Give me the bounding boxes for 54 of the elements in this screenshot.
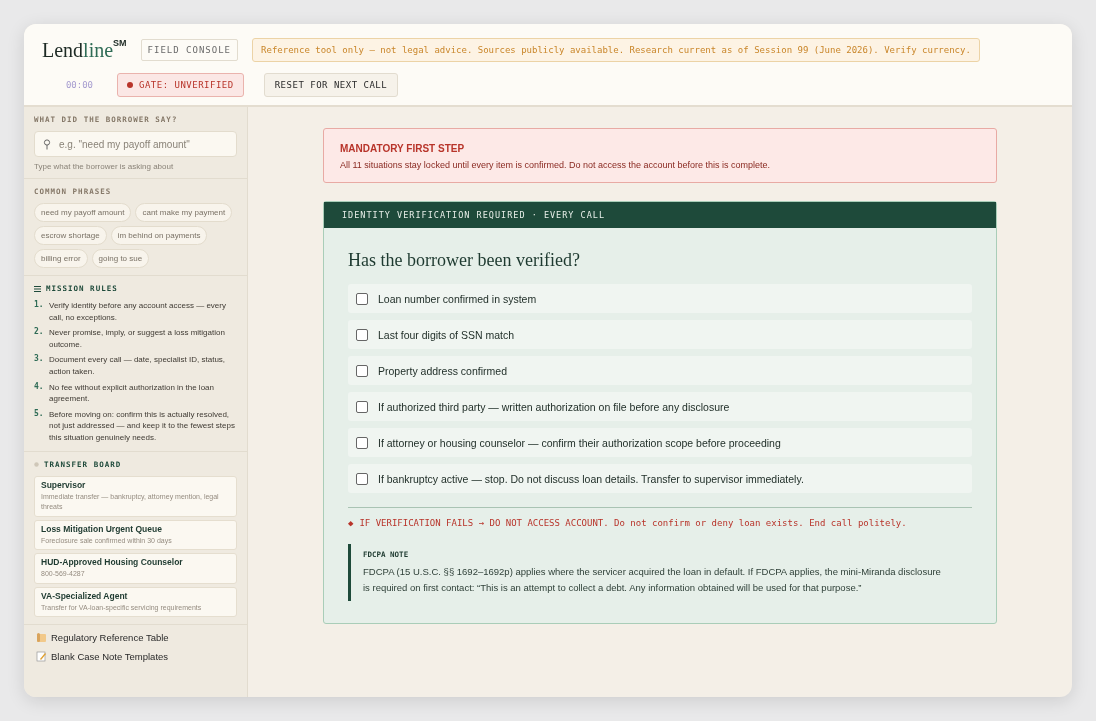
gate-status: GATE: UNVERIFIED xyxy=(117,73,244,97)
rule-text: Verify identity before any account access — every call, no exceptions. xyxy=(49,300,227,324)
rule-number: 4. xyxy=(34,381,44,393)
search-input[interactable]: e.g. "need my payoff amount" xyxy=(59,132,228,156)
sidebar-link[interactable]: Regulatory Reference Table xyxy=(36,632,235,644)
phrase-chip[interactable]: im behind on payments xyxy=(110,226,208,245)
note-text: FDCPA (15 U.S.C. §§ 1692–1692p) applies where the servicer acquired the loan in default. If FDCPA applies, the mini-Miranda disclosure is required on first contact: “This is an attempt to collect a debt. Any information obtained will be used for that purpose.” xyxy=(363,565,942,595)
rule-number: 5. xyxy=(34,408,44,420)
list-icon xyxy=(34,285,41,292)
call-timer: 00:00 xyxy=(64,80,93,90)
reset-button[interactable]: RESET FOR NEXT CALL xyxy=(263,73,399,97)
memo-icon xyxy=(36,651,47,663)
transfer-title: VA-Specialized Agent xyxy=(41,590,129,601)
phrase-chip[interactable]: need my payoff amount xyxy=(34,203,132,222)
phrase-chip[interactable]: going to sue xyxy=(91,249,150,268)
warning-text: IF VERIFICATION FAILS → DO NOT ACCESS ACCOUNT. Do not confirm or deny loan exists. End call politely. xyxy=(359,518,907,528)
checklist-item[interactable]: If attorney or housing counselor — confirm their authorization scope before proceeding xyxy=(348,428,972,457)
dot-icon xyxy=(34,461,39,467)
checklist-item[interactable]: Loan number confirmed in system xyxy=(348,284,972,313)
transfer-title: Supervisor xyxy=(41,479,87,490)
rule-text: No fee without explicit authorization in the loan agreement. xyxy=(49,381,215,405)
transfer-title: HUD-Approved Housing Counselor xyxy=(41,557,184,568)
console-badge: FIELD CONSOLE xyxy=(140,39,239,61)
rule-number: 3. xyxy=(34,354,44,366)
search-hint: Type what the borrower is asking about xyxy=(34,162,175,171)
checkbox[interactable] xyxy=(356,400,368,413)
checklist-item[interactable]: Last four digits of SSN match xyxy=(348,320,972,349)
checklist-item[interactable]: If bankruptcy active — stop. Do not discuss loan details. Transfer to supervisor immediately. xyxy=(348,464,972,493)
rule-text: Document every call — date, specialist ID, status, action taken. xyxy=(49,354,227,378)
rule-text: Never promise, imply, or suggest a loss mitigation outcome. xyxy=(49,327,226,351)
phrase-chip[interactable]: billing error xyxy=(34,249,88,268)
panel-banner: IDENTITY VERIFICATION REQUIRED · EVERY CALL xyxy=(324,202,996,228)
rule-number: 2. xyxy=(34,327,44,339)
checkbox[interactable] xyxy=(356,364,368,377)
checkbox[interactable] xyxy=(356,436,368,449)
alert-title: MANDATORY FIRST STEP xyxy=(340,143,466,154)
pin-icon xyxy=(43,138,51,150)
disclaimer-notice: Reference tool only — not legal advice. Sources publicly available. Research current as of Session 99 (June 2026). Verify currency. xyxy=(252,38,980,62)
checkbox[interactable] xyxy=(356,328,368,341)
phrase-chip[interactable]: cant make my payment xyxy=(135,203,233,222)
checkbox[interactable] xyxy=(356,292,368,305)
scroll-icon xyxy=(36,632,47,644)
diamond-icon: ◆ xyxy=(348,518,354,528)
sidebar-link[interactable]: Blank Case Note Templates xyxy=(36,651,235,663)
checklist-item[interactable]: Property address confirmed xyxy=(348,356,972,385)
search-field[interactable]: e.g. "need my payoff amount" xyxy=(34,131,237,157)
rule-text: Before moving on: confirm this is actually resolved, not just addressed — and keep it to the fewest steps this situation genuinely needs. xyxy=(49,408,236,444)
transfer-title: Loss Mitigation Urgent Queue xyxy=(41,523,163,534)
phrase-chip[interactable]: escrow shortage xyxy=(34,226,107,245)
alert-text: All 11 situations stay locked until every item is confirmed. Do not access the account before this is complete. xyxy=(340,160,772,170)
checkbox[interactable] xyxy=(356,472,368,485)
panel-question: Has the borrower been verified? xyxy=(348,250,581,271)
rule-number: 1. xyxy=(34,300,44,311)
checklist-item[interactable]: If authorized third party — written authorization on file before any disclosure xyxy=(348,392,972,421)
